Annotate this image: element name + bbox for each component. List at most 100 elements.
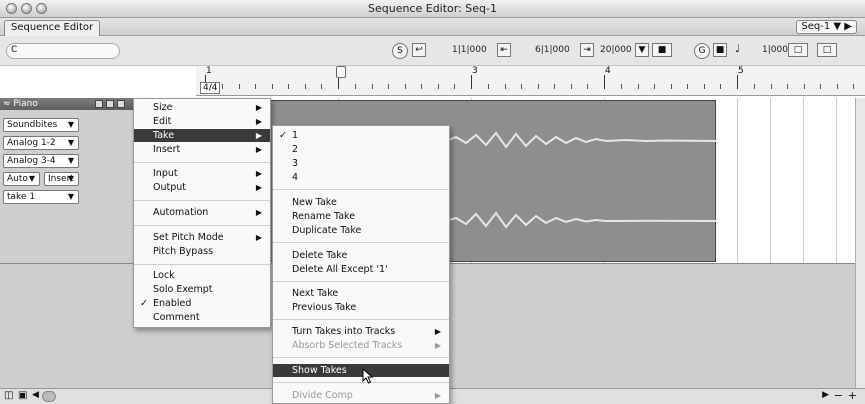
take-popup[interactable]: take 1 ▼ (3, 190, 79, 204)
time-signature[interactable]: 4/4 (200, 82, 221, 94)
square-toggle-icon[interactable]: ■ (713, 43, 727, 57)
output2-value: Analog 3-4 (7, 156, 56, 166)
chevron-down-icon: ▼ (67, 120, 74, 129)
menu-item-insert[interactable]: Insert ▶ (134, 143, 270, 156)
menu-item-edit[interactable]: Edit ▶ (134, 115, 270, 128)
menu-item-delete-take[interactable]: Delete Take (273, 249, 449, 262)
menu-separator (273, 319, 449, 320)
tab-sequence-editor[interactable]: Sequence Editor (4, 20, 101, 36)
take-item[interactable]: 2 (273, 143, 449, 156)
chevron-down-icon: ▼ (67, 156, 74, 165)
track-context-menu: Size ▶ Edit ▶ Take ▶ Insert ▶ Input ▶ Output ▶… (133, 98, 271, 328)
sequence-menu-label: Seq-1 ▼ (801, 21, 842, 32)
menu-item-take[interactable]: Take ▶ (134, 129, 270, 142)
s-button[interactable]: S (392, 43, 408, 59)
position-readout[interactable]: 1|1|000 (452, 45, 487, 55)
length-readout[interactable]: 20|000 (600, 45, 632, 55)
mode-popup[interactable]: Auto ▼ (3, 172, 40, 186)
g-button[interactable]: G (694, 43, 710, 59)
zoom-in-icon[interactable]: + (848, 389, 857, 402)
menu-item-lock[interactable]: Lock (134, 269, 270, 282)
rewind-icon[interactable]: ⇤ (497, 43, 511, 57)
menu-item-automation[interactable]: Automation ▶ (134, 206, 270, 219)
take-item[interactable]: ✓ 1 (273, 129, 449, 142)
menu-item-set-pitch-mode[interactable]: Set Pitch Mode ▶ (134, 231, 270, 244)
scroll-right-icon[interactable]: ▶ (822, 390, 829, 400)
chevron-down-icon: ▼ (67, 138, 74, 147)
take-item[interactable]: 3 (273, 157, 449, 170)
output2-popup[interactable]: Analog 3-4 ▼ (3, 154, 79, 168)
track-button-icon[interactable] (106, 100, 114, 108)
forward-icon[interactable]: ⇥ (580, 43, 594, 57)
track-button-icon[interactable] (117, 100, 125, 108)
waveform-bottom (446, 211, 716, 229)
menu-item-solo-exempt[interactable]: Solo Exempt (134, 283, 270, 296)
menu-item-enabled[interactable]: ✓ Enabled (134, 297, 270, 310)
bar-number: 5 (738, 66, 744, 76)
view-icon[interactable]: ◫ (4, 390, 13, 401)
submenu-arrow-icon: ▶ (434, 341, 441, 350)
menu-item-absorb-selected-tracks: Absorb Selected Tracks ▶ (292, 340, 441, 351)
input-popup[interactable]: Soundbites ▼ (3, 118, 79, 132)
menu-item-previous-take[interactable]: Previous Take (273, 301, 449, 314)
output1-popup[interactable]: Analog 1-2 ▼ (3, 136, 79, 150)
quarter-note-icon[interactable]: ♩ (735, 42, 740, 55)
sequence-menu[interactable]: Seq-1 ▼ ▶ (796, 20, 857, 34)
search-letter: C (11, 45, 18, 55)
timeline-ruler[interactable]: 1 2 3 4 5 4/4 (196, 66, 865, 96)
snap-toggle-icon[interactable]: □ (788, 43, 808, 57)
menu-item-next-take[interactable]: Next Take (273, 287, 449, 300)
menu-item-size[interactable]: Size ▶ (134, 101, 270, 114)
menu-item-turn-takes-into-tracks[interactable]: Turn Takes into Tracks ▶ (273, 325, 449, 338)
window-title: Sequence Editor: Seq-1 (367, 2, 498, 15)
menu-item-divide-comp: Divide Comp ▶ (292, 390, 441, 401)
zoom-toggle-icon[interactable]: □ (817, 43, 837, 57)
menu-item-show-takes[interactable]: Show Takes (273, 364, 449, 377)
horizontal-scroll-thumb[interactable] (42, 391, 56, 402)
play-circle-icon[interactable]: ▶ (844, 21, 852, 32)
submenu-arrow-icon: ▶ (434, 391, 441, 400)
zoom-out-icon[interactable]: − (834, 389, 843, 402)
menu-item-duplicate-take[interactable]: Duplicate Take (273, 224, 449, 237)
menu-item-input[interactable]: Input ▶ (134, 167, 270, 180)
vertical-scrollbar[interactable] (855, 98, 865, 388)
track-button-icon[interactable] (95, 100, 103, 108)
submenu-arrow-icon: ▶ (255, 117, 262, 126)
menu-item-comment[interactable]: Comment (134, 311, 270, 324)
bar-number: 1 (206, 66, 212, 76)
submenu-arrow-icon: ▶ (255, 131, 262, 140)
mouse-cursor-icon (362, 368, 374, 384)
submenu-arrow-icon: ▶ (255, 145, 262, 154)
take-submenu: ✓ 1 2 3 4 New Take Rename Take Duplicate … (272, 125, 450, 404)
playhead-marker[interactable] (336, 66, 346, 78)
chevron-down-icon: ▼ (67, 192, 74, 201)
chevron-down-icon: ▼ (28, 174, 35, 183)
submenu-arrow-icon: ▶ (255, 169, 262, 178)
length-dropdown-icon[interactable]: ▼ (635, 43, 649, 57)
menu-separator (134, 225, 270, 226)
submenu-arrow-icon: ▶ (255, 103, 262, 112)
return-icon[interactable]: ↩ (412, 43, 426, 57)
menu-item-new-take[interactable]: New Take (273, 196, 449, 209)
menu-separator (273, 189, 449, 190)
menu-item-rename-take[interactable]: Rename Take (273, 210, 449, 223)
menu-item-delete-all-except[interactable]: Delete All Except '1' (273, 263, 449, 276)
take-item[interactable]: 4 (273, 171, 449, 184)
menu-separator (273, 281, 449, 282)
grid-toggle-icon[interactable]: ■ (652, 43, 672, 57)
search-field[interactable]: C (6, 43, 120, 59)
end-readout[interactable]: 6|1|000 (535, 45, 570, 55)
scroll-left-icon[interactable]: ◀ (32, 390, 39, 400)
menu-separator (273, 242, 449, 243)
waveform-top (446, 131, 716, 149)
submenu-arrow-icon: ▶ (434, 327, 441, 336)
menu-item-output[interactable]: Output ▶ (134, 181, 270, 194)
grid-value-readout[interactable]: 1|000 (762, 45, 788, 55)
editor-toolbar: Sequence Editor Seq-1 ▼ ▶ (0, 18, 865, 36)
insert-popup[interactable]: Insert ▼ (44, 172, 79, 186)
submenu-arrow-icon: ▶ (255, 233, 262, 242)
submenu-arrow-icon: ▶ (255, 183, 262, 192)
menu-item-pitch-bypass[interactable]: Pitch Bypass (134, 245, 270, 258)
menu-separator (134, 264, 270, 265)
camera-icon[interactable]: ▣ (18, 390, 27, 401)
